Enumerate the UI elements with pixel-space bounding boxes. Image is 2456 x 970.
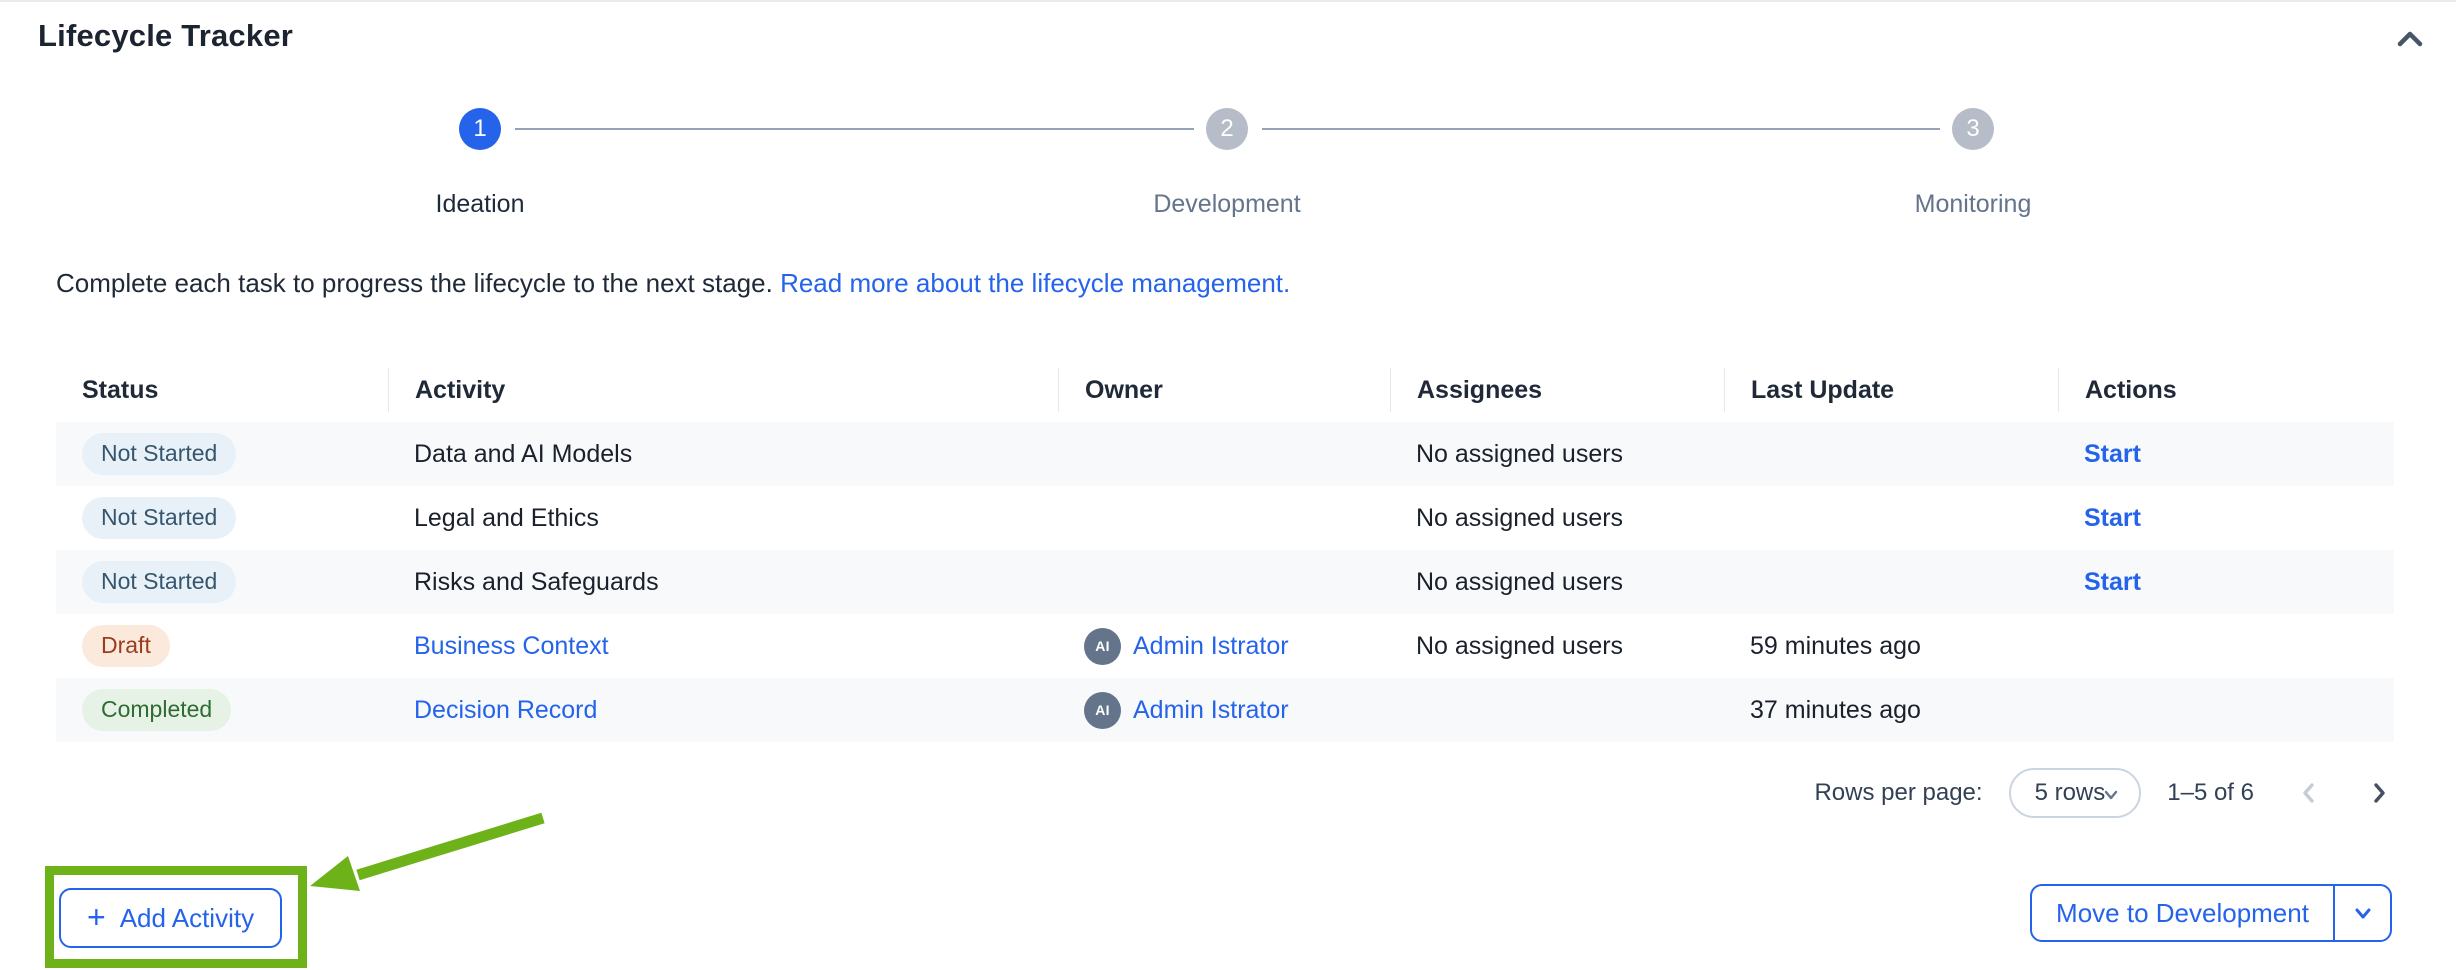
last-update-text: 37 minutes ago (1750, 696, 1921, 725)
owner-avatar: AI (1084, 692, 1121, 729)
owner-name-link[interactable]: Admin Istrator (1133, 632, 1289, 661)
read-more-link[interactable]: Read more about the lifecycle management… (780, 268, 1290, 298)
table-row: Completed Decision Record AI Admin Istra… (56, 678, 2394, 742)
status-badge: Not Started (82, 497, 236, 539)
status-badge: Not Started (82, 433, 236, 475)
step-circle-monitoring: 3 (1952, 108, 1994, 150)
step-circle-development: 2 (1206, 108, 1248, 150)
activity-link[interactable]: Business Context (414, 632, 609, 661)
next-page-button[interactable] (2364, 778, 2394, 808)
chevron-down-icon (2101, 785, 2121, 805)
column-header-owner: Owner (1058, 368, 1390, 412)
start-action-link[interactable]: Start (2084, 568, 2141, 597)
move-to-development-split-button: Move to Development (2030, 884, 2392, 942)
previous-page-button[interactable] (2294, 778, 2324, 808)
start-action-link[interactable]: Start (2084, 504, 2141, 533)
status-badge: Not Started (82, 561, 236, 603)
activity-name: Risks and Safeguards (414, 568, 659, 597)
step-number: 1 (473, 115, 486, 143)
step-circle-ideation: 1 (459, 108, 501, 150)
column-header-assignees: Assignees (1390, 368, 1724, 412)
table-row: Not Started Data and AI Models No assign… (56, 422, 2394, 486)
description-text: Complete each task to progress the lifec… (56, 268, 773, 298)
table-row: Draft Business Context AI Admin Istrator… (56, 614, 2394, 678)
step-number: 2 (1220, 115, 1233, 143)
step-label-ideation: Ideation (436, 190, 525, 219)
table-header: Status Activity Owner Assignees Last Upd… (56, 358, 2394, 422)
rows-per-page-select[interactable]: 5 rows (2009, 768, 2142, 818)
rows-per-page-label: Rows per page: (1814, 779, 1982, 807)
step-number: 3 (1966, 115, 1979, 143)
assignees-text: No assigned users (1416, 440, 1623, 469)
assignees-text: No assigned users (1416, 568, 1623, 597)
step-label-monitoring: Monitoring (1915, 190, 2032, 219)
owner-name-link[interactable]: Admin Istrator (1133, 696, 1289, 725)
activity-name: Legal and Ethics (414, 504, 599, 533)
activity-link[interactable]: Decision Record (414, 696, 597, 725)
step-label-development: Development (1153, 190, 1300, 219)
stepper-connector-1 (515, 128, 1194, 130)
column-header-activity: Activity (388, 368, 1058, 412)
lifecycle-tracker-panel: Lifecycle Tracker 1 2 3 Ideation Develop… (0, 0, 2456, 970)
move-options-dropdown-button[interactable] (2335, 886, 2390, 940)
column-header-actions: Actions (2058, 368, 2394, 412)
annotation-arrow (300, 782, 560, 902)
table-row: Not Started Risks and Safeguards No assi… (56, 550, 2394, 614)
status-badge: Draft (82, 625, 170, 667)
assignees-text: No assigned users (1416, 632, 1623, 661)
activities-table: Status Activity Owner Assignees Last Upd… (56, 358, 2394, 742)
lifecycle-stepper: 1 2 3 Ideation Development Monitoring (0, 2, 2456, 242)
move-to-development-label: Move to Development (2056, 898, 2309, 929)
move-to-development-button[interactable]: Move to Development (2032, 886, 2335, 940)
add-activity-button[interactable]: + Add Activity (59, 888, 282, 948)
start-action-link[interactable]: Start (2084, 440, 2141, 469)
add-activity-label: Add Activity (120, 903, 254, 934)
last-update-text: 59 minutes ago (1750, 632, 1921, 661)
pagination-range: 1–5 of 6 (2167, 779, 2254, 807)
status-badge: Completed (82, 689, 231, 731)
column-header-last-update: Last Update (1724, 368, 2058, 412)
activity-name: Data and AI Models (414, 440, 632, 469)
plus-icon: + (87, 901, 106, 933)
chevron-down-icon (2349, 899, 2377, 927)
stepper-connector-2 (1262, 128, 1940, 130)
column-header-status: Status (56, 368, 388, 412)
rows-per-page-value: 5 rows (2035, 779, 2106, 807)
table-pagination: Rows per page: 5 rows 1–5 of 6 (1814, 768, 2394, 818)
assignees-text: No assigned users (1416, 504, 1623, 533)
owner-avatar: AI (1084, 628, 1121, 665)
table-row: Not Started Legal and Ethics No assigned… (56, 486, 2394, 550)
stage-description: Complete each task to progress the lifec… (56, 268, 1290, 299)
